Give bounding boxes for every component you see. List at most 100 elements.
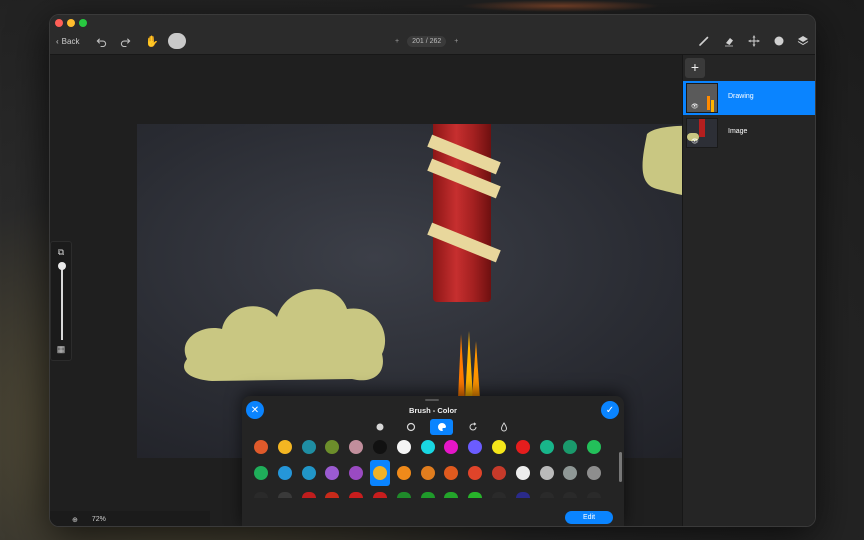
brush-size-slider[interactable]: ⧉ ▦ (50, 241, 72, 361)
color-swatch[interactable] (468, 492, 483, 498)
color-swatch[interactable] (587, 492, 602, 498)
color-swatch[interactable] (254, 492, 268, 498)
redo-icon (120, 37, 130, 47)
undo-button[interactable] (94, 34, 108, 48)
color-swatch[interactable] (587, 466, 602, 480)
color-picker-button[interactable] (771, 33, 787, 49)
redo-button[interactable] (118, 34, 132, 48)
color-swatch[interactable] (277, 492, 292, 498)
color-swatch[interactable] (373, 466, 387, 480)
tab-opacity[interactable] (492, 419, 515, 435)
color-swatch[interactable] (349, 466, 364, 480)
color-swatch[interactable] (444, 466, 459, 480)
color-swatch[interactable] (420, 492, 435, 498)
color-swatch[interactable] (515, 440, 530, 454)
eraser-icon (725, 38, 733, 47)
hand-tool-button[interactable]: ✋ (144, 33, 160, 49)
color-swatch[interactable] (396, 492, 411, 498)
color-swatch[interactable] (349, 492, 364, 498)
color-swatch[interactable] (515, 466, 530, 480)
confirm-button[interactable]: ✓ (601, 401, 619, 419)
previous-page-button[interactable]: + (395, 38, 399, 45)
zoom-in-icon[interactable]: ⊕ (72, 516, 78, 524)
cloud-image-object (184, 289, 386, 381)
color-swatch[interactable] (468, 466, 483, 480)
eye-icon[interactable]: 👁 (691, 138, 699, 145)
undo-icon (96, 37, 106, 47)
color-swatch[interactable] (301, 466, 316, 480)
eye-icon[interactable]: 👁 (691, 103, 699, 110)
color-swatch[interactable] (492, 466, 506, 480)
color-swatch[interactable] (277, 466, 292, 480)
color-swatch[interactable] (444, 492, 459, 498)
status-bar: ⊕ 72% (50, 511, 210, 526)
color-swatch[interactable] (587, 440, 602, 454)
layer-name: Drawing (728, 93, 754, 100)
color-swatch[interactable] (396, 440, 411, 454)
minimize-window-button[interactable] (67, 19, 75, 27)
eraser-tool-button[interactable] (721, 33, 737, 49)
drop-icon (500, 422, 507, 432)
page-indicator[interactable]: 201 / 262 (407, 35, 447, 47)
move-icon (748, 35, 760, 47)
tab-brush-dot[interactable] (368, 419, 391, 435)
color-swatch[interactable] (468, 440, 483, 454)
chevron-left-icon: ‹ (56, 36, 59, 46)
palette-scrollbar[interactable] (619, 452, 622, 482)
color-swatch[interactable] (277, 440, 292, 454)
rocket-image-object (427, 124, 501, 302)
sheet-grabber[interactable] (425, 399, 439, 401)
tab-rotate[interactable] (461, 419, 484, 435)
color-swatch[interactable] (254, 440, 268, 454)
tab-ring[interactable] (399, 419, 422, 435)
checkmark-icon: ✓ (605, 404, 615, 416)
color-swatch[interactable] (515, 492, 530, 498)
color-swatch[interactable] (420, 466, 435, 480)
edit-palette-button[interactable]: Edit (565, 511, 613, 524)
color-swatch[interactable] (563, 492, 578, 498)
color-swatch[interactable] (492, 440, 506, 454)
current-color-button[interactable] (168, 33, 186, 49)
copy-icon[interactable]: ⧉ (55, 246, 67, 258)
color-swatch[interactable] (325, 492, 340, 498)
add-layer-button[interactable]: + (685, 58, 705, 78)
layers-button[interactable] (795, 33, 811, 49)
slider-knob[interactable] (58, 262, 66, 270)
color-swatch[interactable] (373, 492, 387, 498)
layer-row-image[interactable]: 👁 Image (683, 116, 815, 150)
slider-track[interactable] (61, 264, 63, 340)
color-swatch[interactable] (563, 466, 578, 480)
color-swatch[interactable] (492, 492, 506, 498)
layer-row-drawing[interactable]: 👁 Drawing (683, 81, 815, 115)
brush-tool-button[interactable] (696, 33, 712, 49)
color-swatch[interactable] (301, 440, 316, 454)
color-swatch[interactable] (254, 466, 268, 480)
zoom-level[interactable]: 72% (92, 516, 106, 523)
color-swatch[interactable] (325, 466, 340, 480)
color-swatch[interactable] (396, 466, 411, 480)
color-swatch[interactable] (301, 492, 316, 498)
layer-thumbnail: 👁 (686, 83, 718, 113)
color-swatch[interactable] (349, 440, 364, 454)
color-swatch[interactable] (563, 440, 578, 454)
color-swatch[interactable] (539, 440, 554, 454)
back-button[interactable]: ‹ Back (56, 34, 79, 48)
color-swatch[interactable] (325, 440, 340, 454)
maximize-window-button[interactable] (79, 19, 87, 27)
layer-thumbnail: 👁 (686, 118, 718, 148)
color-swatch[interactable] (539, 466, 554, 480)
grid-icon[interactable]: ▦ (55, 343, 67, 355)
tab-palette[interactable] (430, 419, 453, 435)
color-swatch[interactable] (420, 440, 435, 454)
color-swatch[interactable] (373, 440, 387, 454)
app-window: ‹ Back ✋ + 201 / 262 + ⧉ ▦ ⊕ 72% + 👁 Dra… (49, 14, 816, 527)
close-window-button[interactable] (55, 19, 63, 27)
desktop-background (460, 0, 660, 12)
ring-icon (406, 422, 415, 432)
next-page-button[interactable]: + (454, 38, 458, 45)
color-swatch[interactable] (539, 492, 554, 498)
color-swatch[interactable] (444, 440, 459, 454)
back-label: Back (61, 36, 80, 46)
brush-icon (699, 36, 709, 46)
move-tool-button[interactable] (746, 33, 762, 49)
